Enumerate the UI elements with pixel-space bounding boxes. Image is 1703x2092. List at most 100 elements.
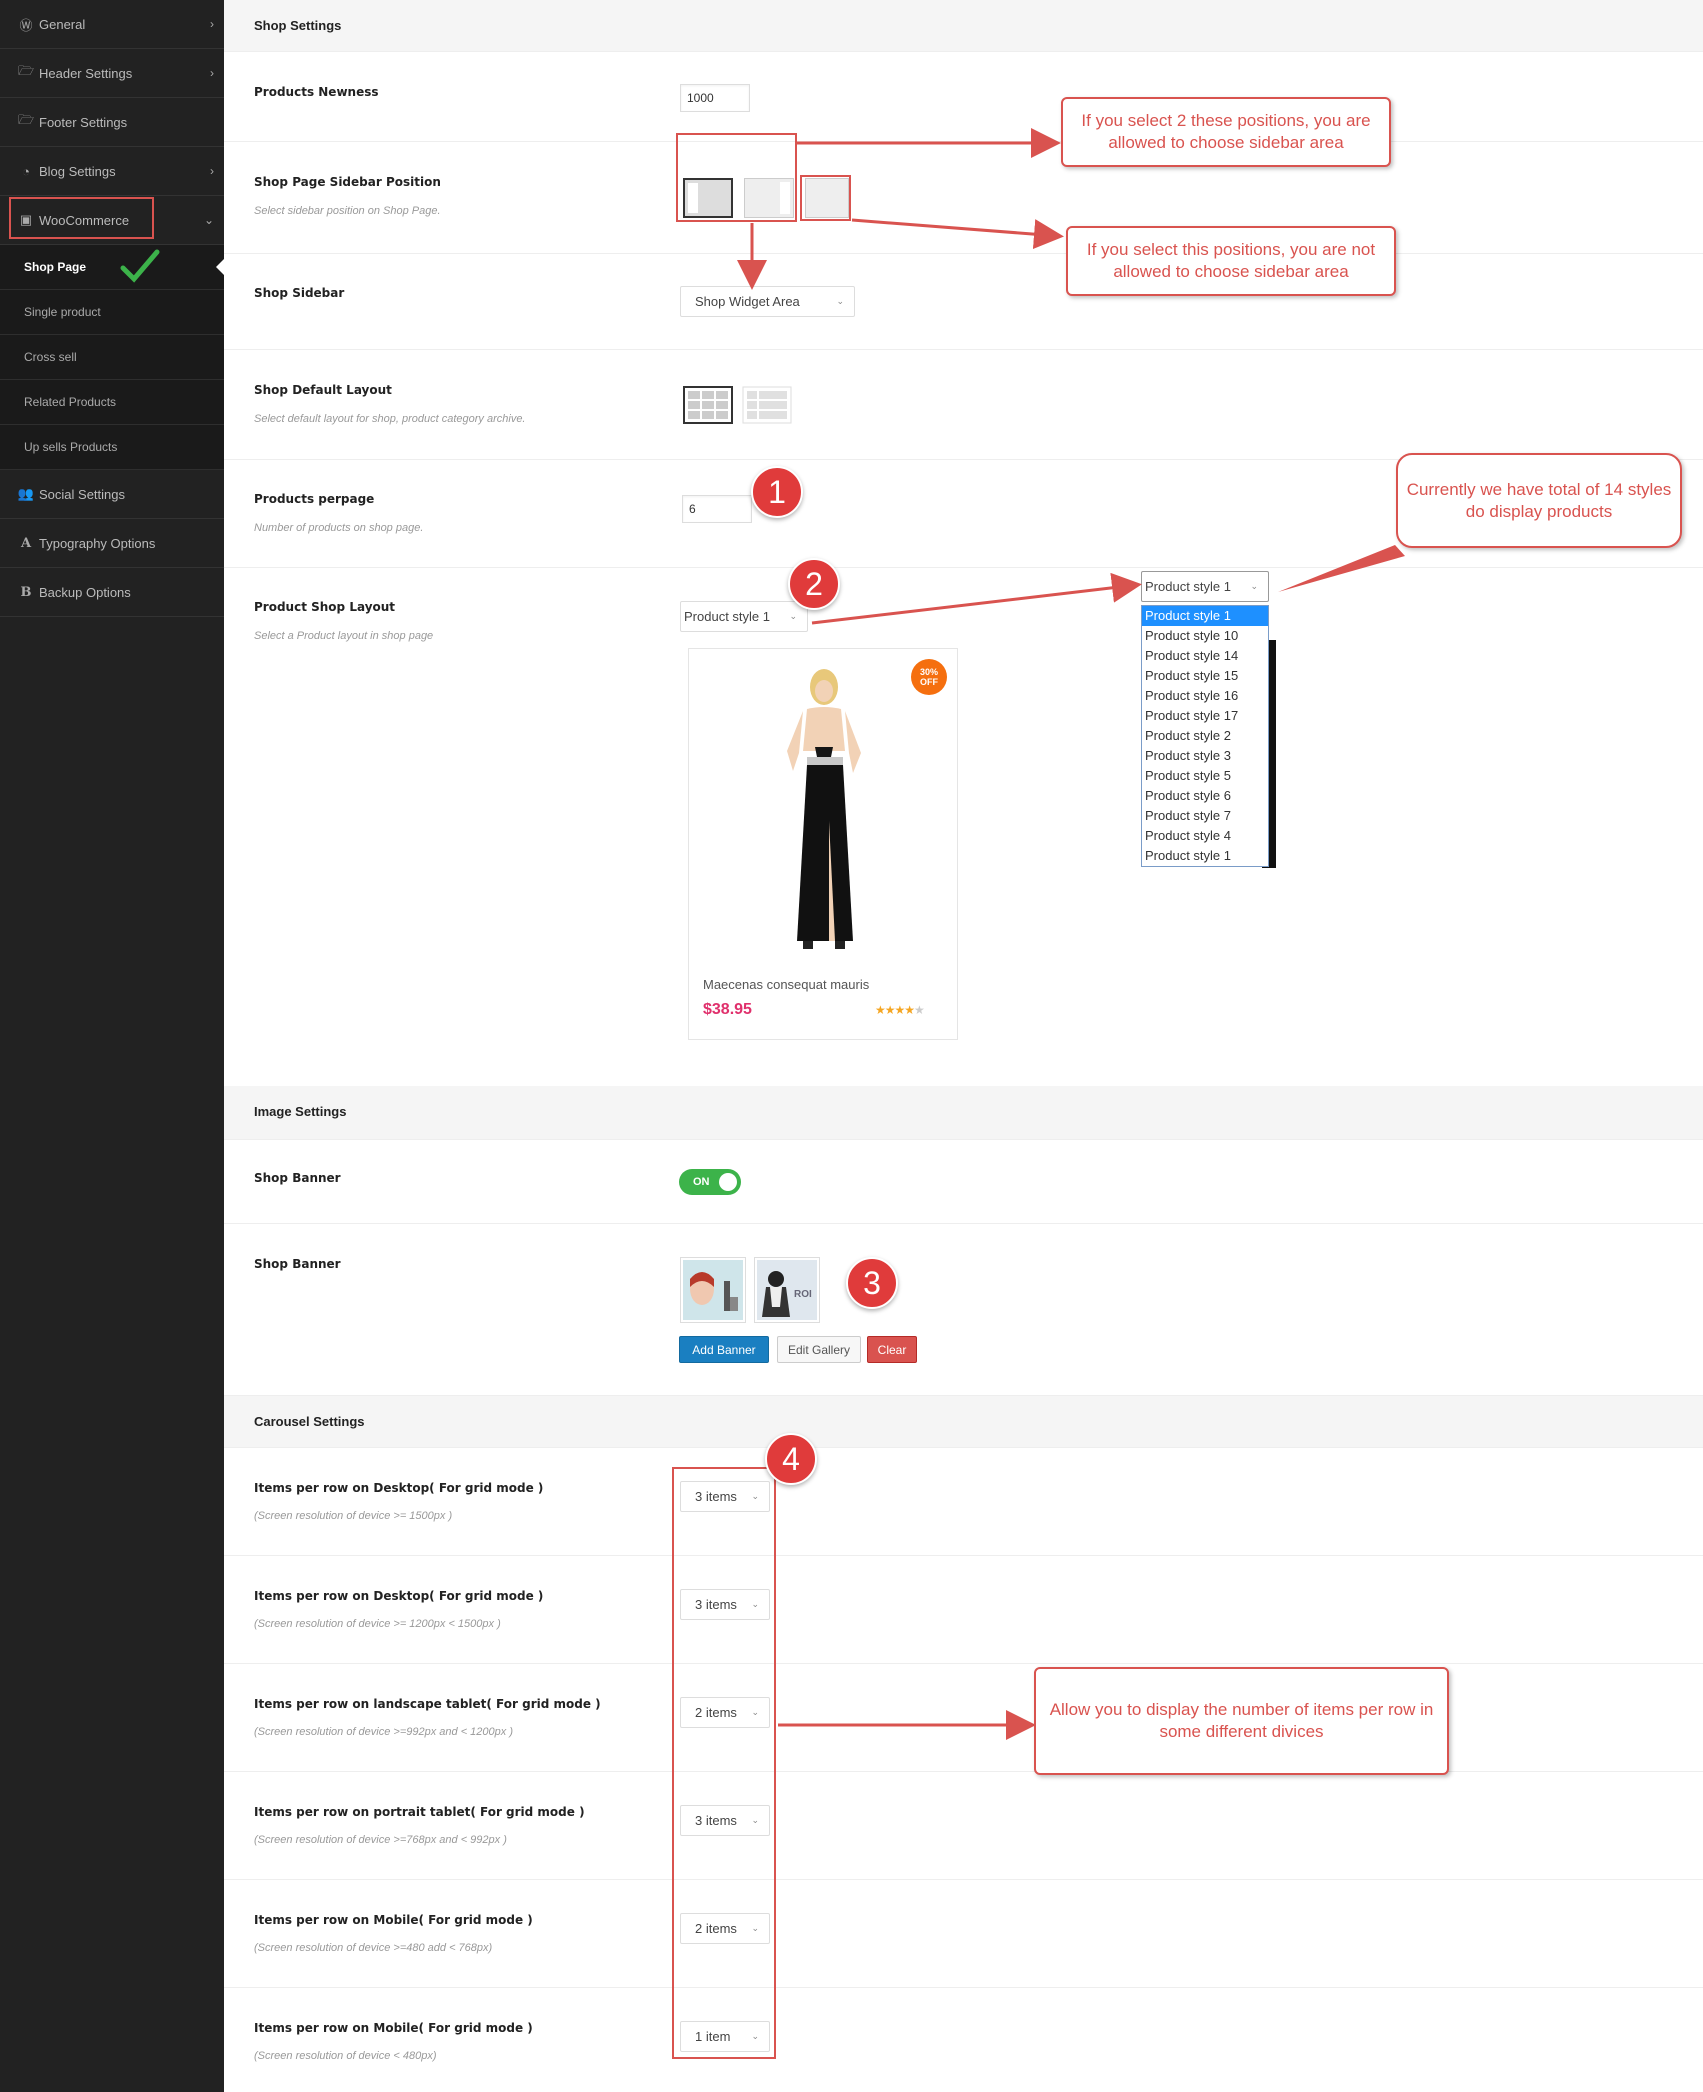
dropdown-option[interactable]: Product style 3 [1142, 746, 1268, 766]
select-value: Product style 1 [684, 609, 770, 624]
dropdown-option[interactable]: Product style 6 [1142, 786, 1268, 806]
style-dropdown-button[interactable]: Product style 1 ⌄ [1141, 571, 1269, 602]
banner-thumbnail-1[interactable] [680, 1257, 746, 1323]
sidebar-item-label: General [39, 16, 86, 32]
label-default-layout: Shop Default Layout [254, 383, 392, 397]
star-filled-icon: ★★★★ [875, 1003, 915, 1017]
step-badge-2: 2 [788, 558, 840, 610]
dropdown-option[interactable]: Product style 4 [1142, 826, 1268, 846]
dropdown-option[interactable]: Product style 2 [1142, 726, 1268, 746]
desc-perpage: Number of products on shop page. [254, 522, 424, 534]
dropdown-option[interactable]: Product style 10 [1142, 626, 1268, 646]
grid-layout-option[interactable] [683, 386, 733, 424]
sidebar-subitem-label: Shop Page [24, 260, 87, 274]
desc-shop-layout: Select a Product layout in shop page [254, 630, 434, 642]
desc-carousel-3: (Screen resolution of device >=992px and… [254, 1726, 513, 1738]
chevron-down-icon: ⌄ [203, 213, 214, 227]
label-text: Product Shop Layout [254, 600, 396, 614]
shop-banner-toggle[interactable]: ON [679, 1169, 741, 1195]
sidebar-subitem-up-sells[interactable]: Up sells Products [0, 425, 224, 470]
shop-layout-select[interactable]: Product style 1 ⌄ [680, 601, 808, 632]
edit-gallery-button[interactable]: Edit Gallery [777, 1336, 861, 1363]
svg-text:ROI: ROI [794, 1289, 812, 1300]
label-text: Products perpage [254, 492, 375, 506]
label-shop-sidebar: Shop Sidebar [254, 286, 344, 300]
label-text: Shop Sidebar [254, 286, 345, 300]
products-newness-input[interactable]: 1000 [680, 84, 750, 112]
chevron-down-icon: ⌄ [836, 296, 844, 306]
sidebar-item-label: Footer Settings [39, 114, 128, 130]
product-image [787, 669, 861, 949]
clear-gallery-button[interactable]: Clear [867, 1336, 917, 1363]
label-carousel-3: Items per row on landscape tablet( For g… [254, 1697, 601, 1711]
rating-stars: ★★★★★ [875, 1003, 925, 1017]
image-settings-header: Image Settings [224, 1086, 1703, 1140]
sidebar-subitem-shop-page[interactable]: Shop Page [0, 245, 224, 290]
row-products-newness [224, 52, 1703, 142]
sidebar-subitem-label: Single product [24, 305, 101, 319]
dropdown-option[interactable]: Product style 17 [1142, 706, 1268, 726]
callout-no-sidebar: If you select this positions, you are no… [1066, 226, 1396, 296]
shop-settings-header: Shop Settings [224, 0, 1703, 52]
toggle-label: ON [693, 1176, 710, 1188]
sidebar-subitem-label: Up sells Products [24, 440, 118, 454]
star-empty-icon: ★ [914, 1003, 925, 1017]
list-layout-option[interactable] [742, 386, 792, 424]
row-sidebar-position [224, 142, 1703, 254]
options-page: Ⓦ General › 🗁 Header Settings › 🗁 Footer Sett… [0, 0, 1703, 2092]
style-dropdown-list: Product style 1 Product style 10 Product… [1141, 605, 1269, 867]
label-sidebar-position: Shop Page Sidebar Position [254, 175, 441, 189]
banner-thumbnail-2[interactable]: ROI [754, 1257, 820, 1323]
sidebar-item-label: Blog Settings [39, 163, 116, 179]
dropdown-option[interactable]: Product style 14 [1142, 646, 1268, 666]
sidebar-item-typography[interactable]: A Typography Options [0, 519, 224, 568]
sidebar-subitem-related-products[interactable]: Related Products [0, 380, 224, 425]
sidebar-item-label: Backup Options [39, 584, 131, 600]
dropdown-option[interactable]: Product style 16 [1142, 686, 1268, 706]
chevron-down-icon: ⌄ [789, 611, 797, 621]
row-shop-sidebar [224, 254, 1703, 350]
sidebar-item-header-settings[interactable]: 🗁 Header Settings › [0, 49, 224, 98]
dropdown-option[interactable]: Product style 5 [1142, 766, 1268, 786]
dropdown-option[interactable]: Product style 1 [1142, 606, 1268, 626]
select-value: Product style 1 [1145, 579, 1231, 594]
row-banner-gallery [224, 1224, 1703, 1396]
sidebar-subitem-single-product[interactable]: Single product [0, 290, 224, 335]
shop-sidebar-select[interactable]: Shop Widget Area ⌄ [680, 286, 855, 317]
sidebar-item-general[interactable]: Ⓦ General › [0, 0, 224, 49]
sidebar-item-backup[interactable]: B Backup Options [0, 568, 224, 617]
carousel-settings-header: Carousel Settings [224, 1396, 1703, 1448]
sidebar-item-social-settings[interactable]: 👥 Social Settings [0, 470, 224, 519]
sidebar: Ⓦ General › 🗁 Header Settings › 🗁 Footer Sett… [0, 0, 224, 2092]
row-shop-layout [224, 568, 1703, 1086]
sidebar-subitem-cross-sell[interactable]: Cross sell [0, 335, 224, 380]
sidebar-item-blog-settings[interactable]: ◔ Blog Settings › [0, 147, 224, 196]
bold-b-icon: B [20, 584, 32, 600]
row-default-layout [224, 350, 1703, 460]
chevron-right-icon: › [210, 66, 214, 80]
step-badge-3: 3 [846, 1257, 898, 1309]
label-shop-layout: Product Shop Layout [254, 600, 395, 614]
label-text: Items per row on Desktop( For grid mode … [254, 1481, 544, 1495]
chevron-right-icon: › [210, 164, 214, 178]
label-carousel-2: Items per row on Desktop( For grid mode … [254, 1589, 543, 1603]
sidebar-item-label: Header Settings [39, 65, 133, 81]
product-name: Maecenas consequat mauris [703, 977, 870, 992]
row-carousel-5 [224, 1880, 1703, 1988]
active-pointer-icon [216, 259, 224, 275]
perpage-input[interactable]: 6 [682, 495, 752, 523]
sidebar-subitem-label: Related Products [24, 395, 117, 409]
checkmark-icon [120, 248, 160, 284]
sidebar-item-footer-settings[interactable]: 🗁 Footer Settings [0, 98, 224, 147]
dropdown-option[interactable]: Product style 1 [1142, 846, 1268, 866]
sidebar-item-label: Typography Options [39, 535, 156, 551]
label-perpage: Products perpage [254, 492, 374, 506]
toggle-knob [719, 1173, 737, 1191]
sidebar-subitem-label: Cross sell [24, 350, 77, 364]
row-carousel-1 [224, 1448, 1703, 1556]
add-banner-button[interactable]: Add Banner [679, 1336, 769, 1363]
dropdown-option[interactable]: Product style 15 [1142, 666, 1268, 686]
font-icon: A [20, 535, 32, 551]
dropdown-option[interactable]: Product style 7 [1142, 806, 1268, 826]
row-carousel-4 [224, 1772, 1703, 1880]
